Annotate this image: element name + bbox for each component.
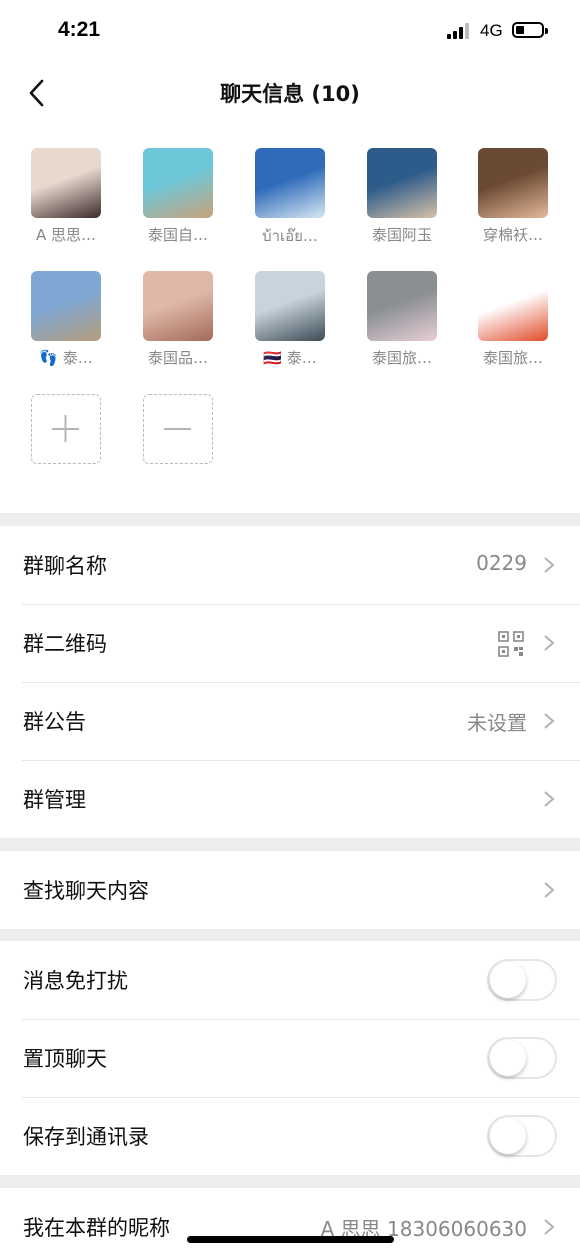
chevron-right-icon — [544, 882, 555, 898]
member-item[interactable]: 泰国品… — [128, 271, 228, 368]
member-avatar — [255, 271, 325, 341]
battery-icon — [512, 22, 548, 38]
member-grid: A 思思… 泰国自… บ้าเอ๊ย… 泰国阿玉 穿棉袄… 👣 泰… 泰国品… 🇹🇭 泰… 泰国… — [0, 124, 580, 513]
member-item[interactable]: 🇹🇭 泰… — [240, 271, 340, 368]
announcement-value: 未设置 — [467, 711, 527, 735]
member-avatar — [367, 271, 437, 341]
mute-row: 消息免打扰 — [0, 941, 580, 1019]
member-avatar — [478, 271, 548, 341]
group-manage-label: 群管理 — [23, 788, 86, 812]
member-avatar — [255, 148, 325, 218]
search-chat-row[interactable]: 查找聊天内容 — [0, 851, 580, 929]
search-chat-label: 查找聊天内容 — [23, 879, 149, 903]
toggles-section: 消息免打扰 置顶聊天 保存到通讯录 — [0, 941, 580, 1175]
nav-bar: 聊天信息 (10) — [0, 62, 580, 124]
group-name-row[interactable]: 群聊名称 0229 — [0, 526, 580, 604]
member-name: 👣 泰… — [39, 349, 93, 367]
member-item[interactable]: 泰国阿玉 — [352, 148, 452, 245]
status-bar: 4:21 4G — [0, 0, 580, 62]
pin-label: 置顶聊天 — [23, 1047, 107, 1071]
mute-label: 消息免打扰 — [23, 969, 128, 993]
announcement-label: 群公告 — [23, 710, 86, 734]
member-avatar — [367, 148, 437, 218]
nickname-section: 我在本群的昵称 A 思思 18306060630 — [0, 1188, 580, 1255]
pin-row: 置顶聊天 — [0, 1019, 580, 1097]
member-avatar — [143, 271, 213, 341]
member-name: 泰国自… — [147, 226, 208, 244]
group-qr-label: 群二维码 — [23, 632, 107, 656]
chevron-right-icon — [544, 557, 555, 573]
nickname-row[interactable]: 我在本群的昵称 A 思思 18306060630 — [0, 1188, 580, 1255]
save-contacts-label: 保存到通讯录 — [23, 1125, 149, 1149]
nickname-label: 我在本群的昵称 — [23, 1216, 170, 1240]
member-item[interactable]: 👣 泰… — [16, 271, 116, 368]
chat-info-screen: 4:21 4G 聊天信息 (10) A 思思… 泰国自… บ้าเอ๊ย… 泰国阿玉 穿… — [0, 0, 580, 1255]
network-label: 4G — [480, 21, 503, 40]
member-name: 穿棉袄… — [482, 226, 543, 244]
signal-icon — [447, 23, 473, 39]
member-name: 🇹🇭 泰… — [263, 349, 317, 367]
member-avatar — [31, 271, 101, 341]
member-name: บ้าเอ๊ย… — [262, 227, 318, 245]
member-item[interactable]: 泰国旅… — [352, 271, 452, 368]
status-time: 4:21 — [58, 18, 101, 41]
member-name: 泰国品… — [147, 349, 208, 367]
member-name: A 思思… — [35, 226, 97, 244]
member-item[interactable]: 泰国旅… — [463, 271, 563, 368]
save-contacts-row: 保存到通讯录 — [0, 1097, 580, 1175]
chevron-right-icon — [544, 1219, 555, 1235]
pin-toggle[interactable] — [487, 1037, 557, 1079]
search-section: 查找聊天内容 — [0, 851, 580, 929]
announcement-row[interactable]: 群公告 未设置 — [0, 682, 580, 760]
member-avatar — [31, 148, 101, 218]
mute-toggle[interactable] — [487, 959, 557, 1001]
group-manage-row[interactable]: 群管理 — [0, 760, 580, 838]
group-name-value: 0229 — [476, 551, 527, 575]
member-name: 泰国旅… — [371, 349, 432, 367]
chevron-right-icon — [544, 791, 555, 807]
member-avatar — [143, 148, 213, 218]
qr-code-icon — [498, 631, 524, 657]
plus-icon — [52, 415, 79, 442]
save-contacts-toggle[interactable] — [487, 1115, 557, 1157]
home-indicator — [187, 1236, 394, 1243]
chevron-right-icon — [544, 713, 555, 729]
page-title: 聊天信息 (10) — [220, 82, 360, 106]
group-settings-section: 群聊名称 0229 群二维码 群公告 未设置 群管理 — [0, 526, 580, 838]
member-name: 泰国旅… — [482, 349, 543, 367]
member-item[interactable]: 泰国自… — [128, 148, 228, 245]
minus-icon — [164, 428, 191, 430]
group-qr-row[interactable]: 群二维码 — [0, 604, 580, 682]
group-name-label: 群聊名称 — [23, 554, 107, 578]
member-item[interactable]: บ้าเอ๊ย… — [240, 148, 340, 248]
member-item[interactable]: A 思思… — [16, 148, 116, 245]
member-avatar — [478, 148, 548, 218]
remove-member-button[interactable] — [143, 394, 213, 464]
member-name: 泰国阿玉 — [371, 226, 432, 244]
member-item[interactable]: 穿棉袄… — [463, 148, 563, 245]
add-member-button[interactable] — [31, 394, 101, 464]
chevron-right-icon — [544, 635, 555, 651]
